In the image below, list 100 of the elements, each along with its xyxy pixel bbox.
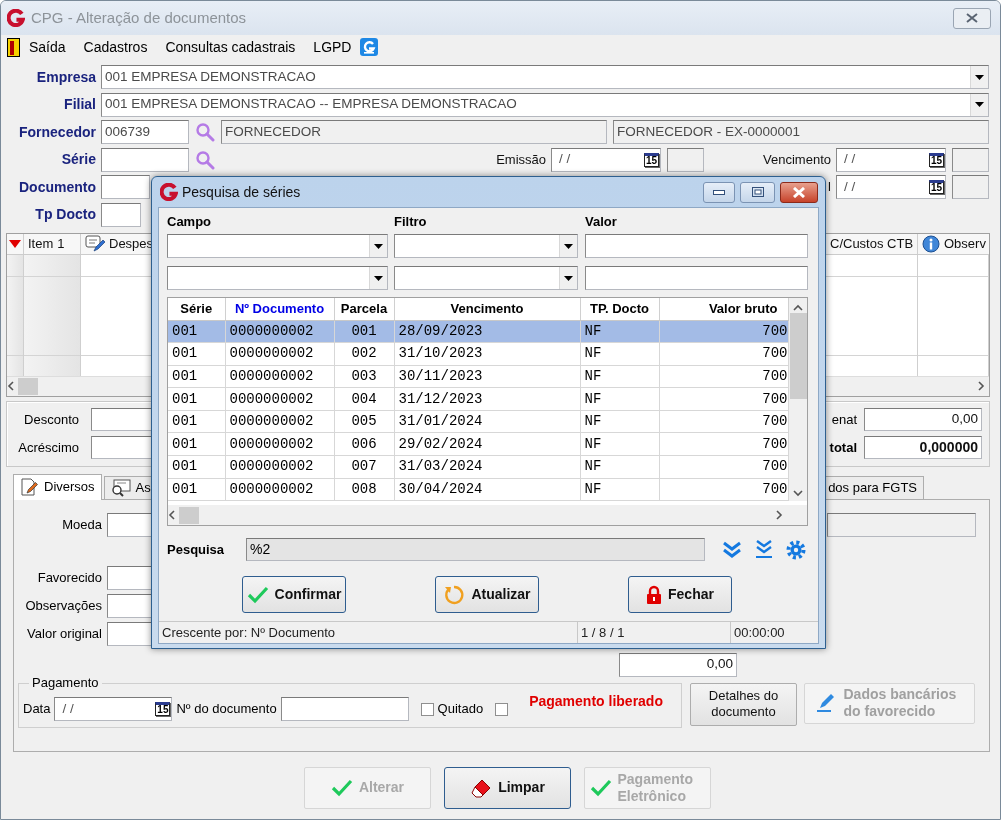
scroll-up-icon[interactable] bbox=[793, 304, 803, 311]
column-header[interactable]: Nº Documento bbox=[225, 298, 334, 320]
menu-item[interactable]: Cadastros bbox=[74, 38, 157, 56]
button[interactable]: Fechar bbox=[628, 576, 732, 613]
settings-icon[interactable] bbox=[786, 539, 806, 560]
combo-box[interactable] bbox=[394, 234, 578, 258]
menu-item[interactable]: LGPD bbox=[304, 38, 361, 56]
menu-item[interactable]: Saída bbox=[20, 38, 75, 56]
scroll-thumb[interactable] bbox=[18, 377, 38, 395]
double-chevron-line-icon[interactable] bbox=[754, 539, 774, 560]
menu-item[interactable]: Consultas cadastrais bbox=[156, 38, 305, 56]
checkbox[interactable] bbox=[420, 702, 434, 716]
text-field[interactable] bbox=[952, 147, 989, 172]
column-header[interactable]: Item 1 bbox=[24, 233, 81, 254]
table-row[interactable]: 001 0000000002 007 31/03/2024 NF 700 bbox=[168, 455, 788, 479]
column-header[interactable]: Valor bruto bbox=[659, 298, 788, 320]
button[interactable]: Atualizar bbox=[435, 576, 539, 613]
table-cell: 700 bbox=[659, 387, 788, 411]
button[interactable]: Limpar bbox=[444, 766, 571, 809]
maximize-icon bbox=[751, 187, 764, 197]
table-row[interactable]: 001 0000000002 008 30/04/2024 NF 700 bbox=[168, 478, 788, 501]
maximize-button[interactable] bbox=[740, 181, 775, 203]
text-field[interactable] bbox=[585, 266, 808, 290]
text-field[interactable] bbox=[585, 234, 808, 258]
text-field[interactable] bbox=[952, 175, 989, 199]
search-field[interactable]: %2 bbox=[246, 538, 705, 561]
close-button[interactable] bbox=[953, 7, 991, 29]
text-field[interactable] bbox=[101, 175, 150, 199]
table-row[interactable]: 001 0000000002 003 30/11/2023 NF 700 bbox=[168, 365, 788, 388]
calendar-button[interactable]: 15 bbox=[155, 702, 171, 716]
scroll-right-icon[interactable] bbox=[776, 510, 783, 520]
field-label: Tp Docto bbox=[34, 206, 96, 223]
text-field[interactable] bbox=[101, 147, 189, 172]
text-field[interactable] bbox=[107, 512, 152, 537]
caret-icon[interactable] bbox=[975, 102, 984, 107]
text-field[interactable]: 0,00 bbox=[864, 408, 982, 431]
table-cell: 31/12/2023 bbox=[394, 387, 580, 411]
caret-icon[interactable] bbox=[564, 275, 573, 281]
triangle-icon[interactable] bbox=[9, 239, 21, 248]
calendar-button[interactable]: 15 bbox=[928, 180, 944, 194]
combo-box[interactable] bbox=[394, 266, 578, 290]
text-field[interactable]: 0,00 bbox=[619, 652, 737, 677]
text-field[interactable] bbox=[107, 593, 152, 618]
caret-icon[interactable] bbox=[975, 74, 984, 80]
text-field[interactable] bbox=[101, 202, 141, 227]
table-row[interactable]: 001 0000000002 001 28/09/2023 NF 700 bbox=[168, 320, 788, 343]
date-field[interactable]: / / 15 bbox=[551, 147, 661, 172]
column-header[interactable]: Vencimento bbox=[394, 298, 580, 320]
tab[interactable]: Diversos bbox=[13, 473, 102, 500]
scroll-right-icon[interactable] bbox=[978, 381, 985, 391]
calendar-button[interactable]: 15 bbox=[643, 152, 659, 167]
date-field[interactable]: / / 15 bbox=[54, 697, 173, 721]
field-label: Filtro bbox=[394, 214, 428, 231]
search-icon[interactable] bbox=[195, 122, 215, 142]
caret-icon[interactable] bbox=[374, 275, 383, 281]
text-field[interactable]: FORNECEDOR - EX-0000001 bbox=[613, 120, 989, 144]
combo-box[interactable]: 001 EMPRESA DEMONSTRACAO -- EMPRESA DEMONSTRACAO bbox=[101, 92, 989, 117]
door-icon[interactable] bbox=[7, 37, 20, 57]
column-header[interactable]: Série bbox=[168, 298, 225, 320]
caret-icon[interactable] bbox=[564, 243, 573, 249]
button[interactable]: Confirmar bbox=[242, 576, 346, 613]
field-label: Campo bbox=[167, 214, 213, 231]
table-row[interactable]: 001 0000000002 005 31/01/2024 NF 700 bbox=[168, 410, 788, 433]
column-header[interactable]: Observ bbox=[918, 233, 989, 254]
text-field[interactable]: FORNECEDOR bbox=[221, 120, 607, 144]
close-button[interactable] bbox=[780, 181, 818, 203]
scroll-left-icon[interactable] bbox=[7, 381, 14, 391]
checkbox[interactable] bbox=[495, 702, 509, 716]
double-chevron-icon[interactable] bbox=[722, 540, 742, 559]
button[interactable]: Detalhes do documento bbox=[690, 682, 797, 726]
table-row[interactable]: 001 0000000002 006 29/02/2024 NF 700 bbox=[168, 432, 788, 456]
scrollbar[interactable] bbox=[168, 505, 807, 525]
date-field[interactable]: / / 15 bbox=[836, 147, 946, 172]
scroll-thumb[interactable] bbox=[179, 506, 199, 524]
text-field[interactable]: 0,000000 bbox=[864, 436, 982, 459]
text-field[interactable] bbox=[107, 621, 152, 646]
text-field[interactable] bbox=[107, 565, 152, 590]
column-header[interactable]: TP. Docto bbox=[580, 298, 659, 320]
text-field[interactable] bbox=[280, 697, 409, 721]
checkbox-label: Quitado bbox=[437, 701, 484, 717]
text-field[interactable] bbox=[827, 512, 976, 537]
scroll-down-icon[interactable] bbox=[793, 490, 803, 497]
app-logo-icon[interactable] bbox=[360, 38, 379, 56]
table-row[interactable]: 001 0000000002 002 31/10/2023 NF 700 bbox=[168, 342, 788, 366]
column-header[interactable]: Parcela bbox=[334, 298, 394, 320]
status-text: 00:00:00 bbox=[733, 623, 786, 642]
text-field[interactable]: 006739 bbox=[101, 120, 189, 144]
combo-box[interactable] bbox=[167, 234, 388, 258]
caret-icon[interactable] bbox=[374, 243, 383, 249]
calendar-button[interactable]: 15 bbox=[928, 152, 944, 167]
date-field[interactable]: / / 15 bbox=[836, 175, 946, 199]
scroll-left-icon[interactable] bbox=[168, 510, 175, 520]
minimize-button[interactable] bbox=[703, 181, 735, 203]
dialog-title: Pesquisa de séries bbox=[182, 183, 301, 201]
search-icon[interactable] bbox=[195, 149, 215, 170]
combo-box[interactable]: 001 EMPRESA DEMONSTRACAO bbox=[101, 65, 989, 89]
combo-box[interactable] bbox=[167, 266, 388, 290]
text-field[interactable] bbox=[667, 147, 704, 172]
table-row[interactable]: 001 0000000002 004 31/12/2023 NF 700 bbox=[168, 387, 788, 411]
scroll-thumb[interactable] bbox=[789, 313, 807, 399]
